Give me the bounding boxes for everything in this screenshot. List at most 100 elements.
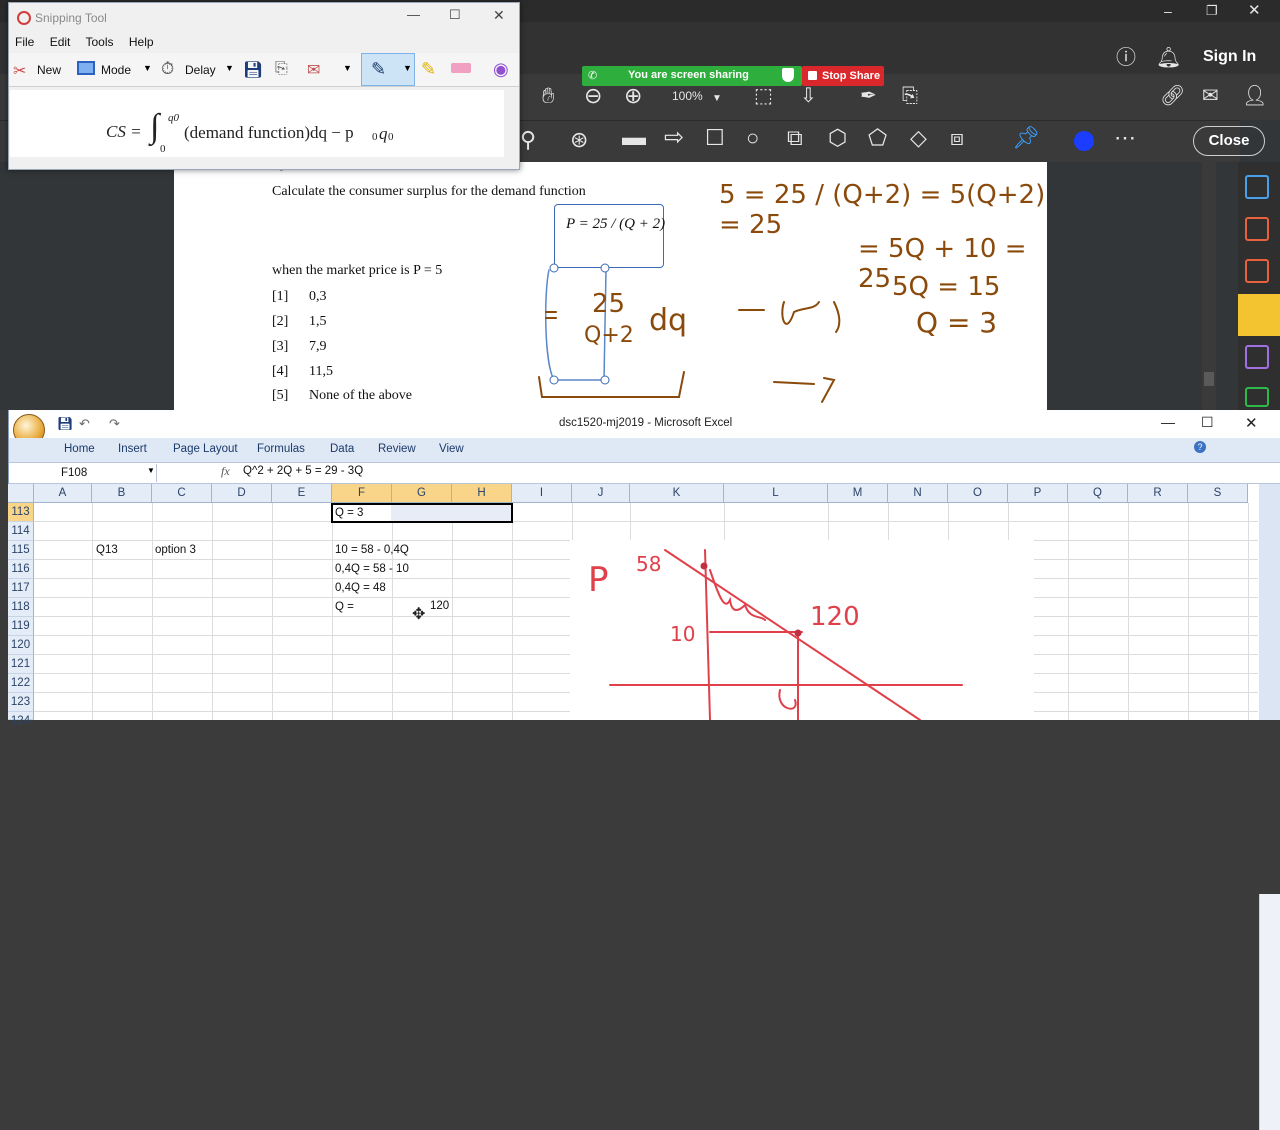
formula-input[interactable]: Q^2 + 2Q + 5 = 29 - 3Q bbox=[243, 465, 363, 477]
protect-icon[interactable] bbox=[1245, 387, 1269, 407]
sign-in-button[interactable]: Sign In bbox=[1203, 48, 1256, 66]
highlighter-icon[interactable]: ✎ bbox=[421, 59, 436, 80]
cell-B115[interactable]: Q13 bbox=[94, 541, 118, 560]
row-header[interactable]: 115 bbox=[8, 541, 34, 560]
column-header[interactable]: D bbox=[212, 484, 272, 503]
row-header[interactable]: 117 bbox=[8, 579, 34, 598]
row-header[interactable]: 122 bbox=[8, 674, 34, 693]
chevron-down-icon[interactable]: ▼ bbox=[225, 63, 234, 73]
download-icon[interactable]: ⇩ bbox=[800, 86, 817, 106]
menu-tools[interactable]: Tools bbox=[86, 35, 114, 49]
circle-icon[interactable]: ○ bbox=[746, 127, 759, 149]
save-icon[interactable]: 💾︎ bbox=[243, 60, 263, 80]
row-header[interactable]: 116 bbox=[8, 560, 34, 579]
name-box[interactable]: F108 bbox=[11, 464, 157, 482]
send-icon[interactable]: ✉ bbox=[307, 60, 320, 80]
chevron-down-icon[interactable]: ▼ bbox=[143, 63, 152, 73]
column-header[interactable]: M bbox=[828, 484, 888, 503]
more-icon[interactable]: ⋯ bbox=[1114, 127, 1136, 149]
column-header[interactable]: E bbox=[272, 484, 332, 503]
restore-icon[interactable]: ❐ bbox=[1206, 1, 1218, 21]
row-header[interactable]: 114 bbox=[8, 522, 34, 541]
organize-pages-icon[interactable] bbox=[1245, 217, 1269, 241]
minimize-icon[interactable]: – bbox=[1164, 1, 1172, 21]
cell-F115[interactable]: 10 = 58 - 0,4Q bbox=[333, 541, 409, 560]
menu-edit[interactable]: Edit bbox=[50, 35, 71, 49]
create-pdf-icon[interactable] bbox=[1245, 259, 1269, 283]
maximize-icon[interactable]: ☐ bbox=[449, 7, 461, 23]
undo-icon[interactable]: ↶ bbox=[79, 416, 90, 432]
column-header[interactable]: S bbox=[1188, 484, 1248, 503]
vertical-scrollbar[interactable] bbox=[1259, 894, 1280, 1130]
column-header[interactable]: F bbox=[332, 484, 392, 503]
copy-icon[interactable]: ⎘ bbox=[275, 60, 288, 78]
cell-F118[interactable]: Q = bbox=[333, 598, 354, 617]
chevron-down-icon[interactable]: ▼ bbox=[712, 89, 722, 109]
maximize-icon[interactable]: ☐ bbox=[1201, 414, 1214, 431]
column-header[interactable]: R bbox=[1128, 484, 1188, 503]
column-header[interactable]: L bbox=[724, 484, 828, 503]
sign-icon[interactable]: ✒ bbox=[860, 86, 877, 106]
polyline-icon[interactable]: ◇ bbox=[910, 127, 927, 149]
export-pdf-icon[interactable] bbox=[1245, 175, 1269, 199]
mail-icon[interactable]: ✉ bbox=[1202, 86, 1219, 106]
tab-page-layout[interactable]: Page Layout bbox=[173, 443, 238, 455]
row-header[interactable]: 123 bbox=[8, 693, 34, 712]
redo-icon[interactable]: ↷ bbox=[109, 416, 120, 432]
cell-C115[interactable]: option 3 bbox=[153, 541, 196, 560]
close-button[interactable]: Close bbox=[1193, 126, 1265, 156]
marquee-icon[interactable]: ⬚ bbox=[754, 86, 773, 106]
comment-icon[interactable] bbox=[1238, 294, 1280, 336]
row-header[interactable]: 120 bbox=[8, 636, 34, 655]
stamp-icon[interactable]: ⚲ bbox=[520, 129, 536, 151]
minimize-icon[interactable]: — bbox=[407, 7, 420, 22]
paint3d-icon[interactable]: ◉ bbox=[493, 59, 509, 80]
polygon-icon[interactable]: ⬡ bbox=[828, 127, 847, 149]
arrow-icon[interactable]: ⇨ bbox=[664, 126, 684, 150]
hand-icon[interactable]: ✋︎ bbox=[542, 85, 555, 107]
zoom-out-icon[interactable]: ⊖ bbox=[584, 85, 602, 107]
column-header[interactable]: I bbox=[512, 484, 572, 503]
minimize-icon[interactable]: — bbox=[1161, 414, 1175, 430]
column-header[interactable]: J bbox=[572, 484, 630, 503]
zoom-level[interactable]: 100% bbox=[672, 89, 703, 103]
column-header[interactable]: G bbox=[392, 484, 452, 503]
tab-home[interactable]: Home bbox=[64, 443, 95, 455]
line-icon[interactable]: ▬ bbox=[622, 126, 646, 150]
column-header[interactable]: N bbox=[888, 484, 948, 503]
mode-button[interactable]: Mode bbox=[101, 63, 131, 77]
zoom-in-icon[interactable]: ⊕ bbox=[624, 85, 642, 107]
close-icon[interactable]: ✕ bbox=[493, 7, 505, 24]
cell-F117[interactable]: 0,4Q = 48 bbox=[333, 579, 386, 598]
column-header[interactable]: B bbox=[92, 484, 152, 503]
rectangle-icon[interactable]: ☐ bbox=[705, 127, 725, 149]
chevron-down-icon[interactable]: ▼ bbox=[403, 63, 412, 73]
tab-view[interactable]: View bbox=[439, 443, 464, 455]
row-header[interactable]: 121 bbox=[8, 655, 34, 674]
column-header[interactable]: K bbox=[630, 484, 724, 503]
menu-help[interactable]: Help bbox=[129, 35, 154, 49]
bell-icon[interactable]: 🔔︎ bbox=[1156, 48, 1181, 68]
callout-icon[interactable]: ⧉ bbox=[787, 127, 803, 149]
tab-insert[interactable]: Insert bbox=[118, 443, 147, 455]
row-header[interactable]: 113 bbox=[8, 503, 34, 522]
delay-button[interactable]: Delay bbox=[185, 63, 216, 77]
chevron-down-icon[interactable]: ▼ bbox=[147, 466, 155, 475]
column-header[interactable]: H bbox=[452, 484, 512, 503]
save-icon[interactable]: 💾︎ bbox=[57, 416, 74, 432]
close-icon[interactable]: ✕ bbox=[1245, 414, 1258, 432]
select-all-corner[interactable] bbox=[8, 484, 34, 503]
vertical-scrollbar[interactable] bbox=[505, 90, 519, 158]
text-box-icon[interactable]: ⧈ bbox=[950, 127, 964, 149]
color-picker-icon[interactable] bbox=[1074, 131, 1094, 151]
enhance-icon[interactable] bbox=[1245, 345, 1269, 369]
add-user-icon[interactable]: 👤︎ bbox=[1242, 86, 1267, 106]
tab-review[interactable]: Review bbox=[378, 443, 416, 455]
column-header[interactable]: A bbox=[34, 484, 92, 503]
cell-F116[interactable]: 0,4Q = 58 - 10 bbox=[333, 560, 409, 579]
tab-formulas[interactable]: Formulas bbox=[257, 443, 305, 455]
horizontal-scrollbar[interactable] bbox=[10, 157, 504, 169]
eraser-icon[interactable] bbox=[451, 63, 471, 73]
row-header[interactable]: 124 bbox=[8, 712, 34, 727]
help-icon[interactable]: ⓘ bbox=[1116, 48, 1136, 68]
